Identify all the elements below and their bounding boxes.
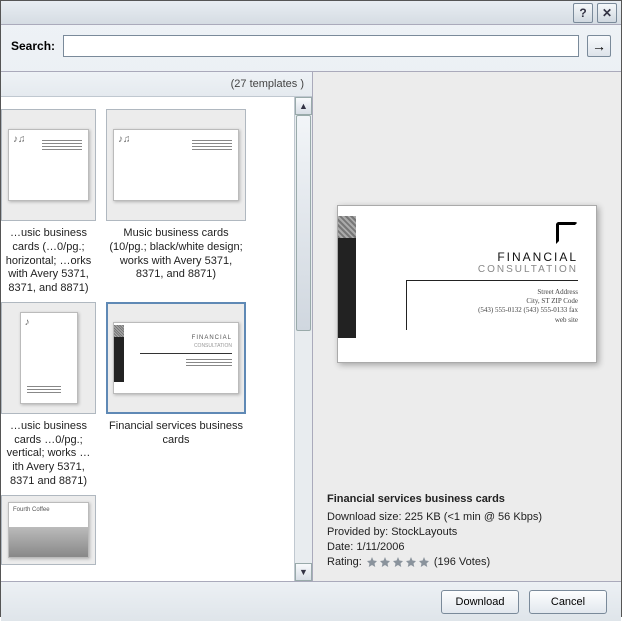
- card-preview-icon: ♪: [20, 312, 78, 404]
- scrollbar-track[interactable]: [295, 115, 312, 563]
- card-preview-icon: FINANCIAL CONSULTATION: [113, 322, 239, 394]
- template-thumbnail: FINANCIAL CONSULTATION: [106, 302, 246, 414]
- search-input[interactable]: [63, 35, 579, 57]
- template-caption: …usic business cards …0/pg.; vertical; w…: [1, 420, 96, 489]
- preview-pane: FINANCIAL CONSULTATION Street Address Ci…: [313, 72, 621, 581]
- search-label: Search:: [11, 39, 55, 53]
- template-item-music-vertical[interactable]: ♪ …usic business cards …0/pg.; vertical;…: [1, 302, 96, 489]
- scroll-up-button[interactable]: ▲: [295, 97, 312, 115]
- meta-label: Date:: [327, 541, 353, 553]
- meta-title: Financial services business cards: [327, 493, 607, 505]
- template-caption: Financial services business cards: [106, 420, 246, 476]
- logo-icon: [556, 222, 578, 244]
- meta-value: 225 KB (<1 min @ 56 Kbps): [405, 511, 542, 523]
- scroll-down-button[interactable]: ▼: [295, 563, 312, 581]
- meta-download-size: Download size: 225 KB (<1 min @ 56 Kbps): [327, 511, 607, 523]
- preview-brand: FINANCIAL CONSULTATION: [478, 250, 578, 275]
- scrollbar-thumb[interactable]: [296, 115, 311, 331]
- card-preview-icon: ♪♫: [8, 129, 89, 201]
- preview-area: FINANCIAL CONSULTATION Street Address Ci…: [313, 72, 621, 485]
- star-icon: [405, 556, 417, 568]
- card-preview-icon: ♪♫: [113, 129, 239, 201]
- template-caption: …usic business cards (…0/pg.; horizontal…: [1, 227, 96, 296]
- star-icon: [392, 556, 404, 568]
- meta-provided-by: Provided by: StockLayouts: [327, 526, 607, 538]
- addr-line: Street Address: [478, 288, 578, 297]
- meta-label: Rating:: [327, 556, 362, 568]
- content-area: (27 templates ) ♪♫ …usic business cards …: [1, 71, 621, 581]
- music-notes-icon: ♪♫: [118, 134, 131, 145]
- stripe-icon: [338, 238, 356, 338]
- meta-value: 1/11/2006: [356, 541, 404, 553]
- template-count: (27 templates ): [1, 72, 312, 97]
- brand-line2: CONSULTATION: [478, 264, 578, 275]
- card-preview-icon: Fourth Coffee: [8, 502, 89, 558]
- template-item-music-bw[interactable]: ♪♫ Music business cards (10/pg.; black/w…: [106, 109, 246, 296]
- cancel-button[interactable]: Cancel: [529, 590, 607, 614]
- addr-line: (543) 555-0132 (543) 555-0133 fax: [478, 306, 578, 315]
- template-item-financial[interactable]: FINANCIAL CONSULTATION Financial service…: [106, 302, 246, 489]
- templates-pane: (27 templates ) ♪♫ …usic business cards …: [1, 72, 313, 581]
- meta-rating: Rating: (196 Votes): [327, 556, 607, 568]
- star-icon: [418, 556, 430, 568]
- meta-label: Provided by:: [327, 526, 388, 538]
- dialog-footer: Download Cancel: [1, 581, 621, 621]
- addr-line: web site: [478, 316, 578, 325]
- template-item-coffee[interactable]: Fourth Coffee: [1, 495, 96, 582]
- brand-line1: FINANCIAL: [478, 250, 578, 264]
- help-button[interactable]: ?: [573, 3, 593, 23]
- meta-value: StockLayouts: [391, 526, 457, 538]
- template-caption: Music business cards (10/pg.; black/whit…: [106, 227, 246, 283]
- preview-card: FINANCIAL CONSULTATION Street Address Ci…: [337, 205, 597, 363]
- star-icon: [379, 556, 391, 568]
- preview-address: Street Address City, ST ZIP Code (543) 5…: [478, 288, 578, 326]
- search-go-button[interactable]: →: [587, 35, 611, 57]
- music-notes-icon: ♪: [25, 317, 30, 328]
- addr-line: City, ST ZIP Code: [478, 297, 578, 306]
- template-metadata: Financial services business cards Downlo…: [313, 485, 621, 581]
- template-item-music-horizontal[interactable]: ♪♫ …usic business cards (…0/pg.; horizon…: [1, 109, 96, 296]
- music-notes-icon: ♪♫: [13, 134, 26, 145]
- template-caption: [47, 571, 51, 582]
- rating-votes: (196 Votes): [434, 556, 490, 568]
- template-thumbnail: Fourth Coffee: [1, 495, 96, 565]
- dialog-window: ? ✕ Search: → (27 templates ) ♪♫: [0, 0, 622, 617]
- rating-stars: [366, 556, 430, 568]
- vrule-icon: [406, 280, 407, 330]
- close-button[interactable]: ✕: [597, 3, 617, 23]
- template-thumbnail: ♪♫: [106, 109, 246, 221]
- photo-icon: [9, 527, 88, 557]
- search-row: Search: →: [1, 25, 621, 71]
- rule-icon: [406, 280, 578, 281]
- gallery-wrap: ♪♫ …usic business cards (…0/pg.; horizon…: [1, 97, 312, 581]
- template-gallery: ♪♫ …usic business cards (…0/pg.; horizon…: [1, 97, 294, 581]
- stripe-icon: [114, 337, 124, 383]
- meta-date: Date: 1/11/2006: [327, 541, 607, 553]
- template-thumbnail: ♪♫: [1, 109, 96, 221]
- template-thumbnail: ♪: [1, 302, 96, 414]
- star-icon: [366, 556, 378, 568]
- meta-label: Download size:: [327, 511, 402, 523]
- titlebar: ? ✕: [1, 1, 621, 25]
- download-button[interactable]: Download: [441, 590, 519, 614]
- gallery-scrollbar[interactable]: ▲ ▼: [294, 97, 312, 581]
